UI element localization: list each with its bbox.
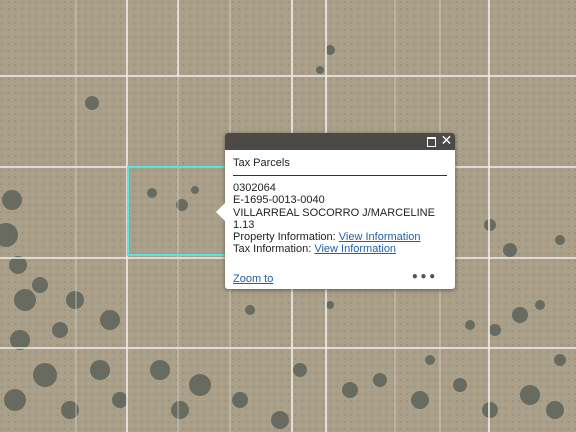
owner-name: VILLARREAL SOCORRO J/MARCELINE bbox=[233, 206, 435, 219]
acreage: 1.13 bbox=[233, 218, 255, 231]
zoom-to-link[interactable]: Zoom to bbox=[233, 273, 273, 285]
parcel-id: 0302064 bbox=[233, 182, 276, 195]
tax-info-row: Tax Information: View Information bbox=[233, 243, 447, 255]
maximize-icon[interactable] bbox=[425, 135, 438, 148]
popup-footer: Zoom to ••• bbox=[233, 270, 447, 285]
property-info-label: Property Information: bbox=[233, 231, 336, 244]
close-icon[interactable]: ✕ bbox=[440, 134, 453, 148]
tax-info-link[interactable]: View Information bbox=[314, 243, 396, 255]
parcel-popup: ✕ Tax Parcels 0302064 E-1695-0013-0040 V… bbox=[216, 133, 455, 289]
property-info-row: Property Information: View Information bbox=[233, 231, 447, 243]
popup-pointer bbox=[216, 203, 225, 221]
parcel-code: E-1695-0013-0040 bbox=[233, 194, 325, 207]
tax-info-label: Tax Information: bbox=[233, 243, 312, 256]
popup-title: Tax Parcels bbox=[233, 157, 447, 177]
property-info-link[interactable]: View Information bbox=[339, 231, 421, 243]
popup-header: ✕ bbox=[225, 133, 455, 150]
popup-body: Tax Parcels 0302064 E-1695-0013-0040 VIL… bbox=[225, 150, 455, 255]
ellipsis-icon[interactable]: ••• bbox=[411, 270, 437, 284]
